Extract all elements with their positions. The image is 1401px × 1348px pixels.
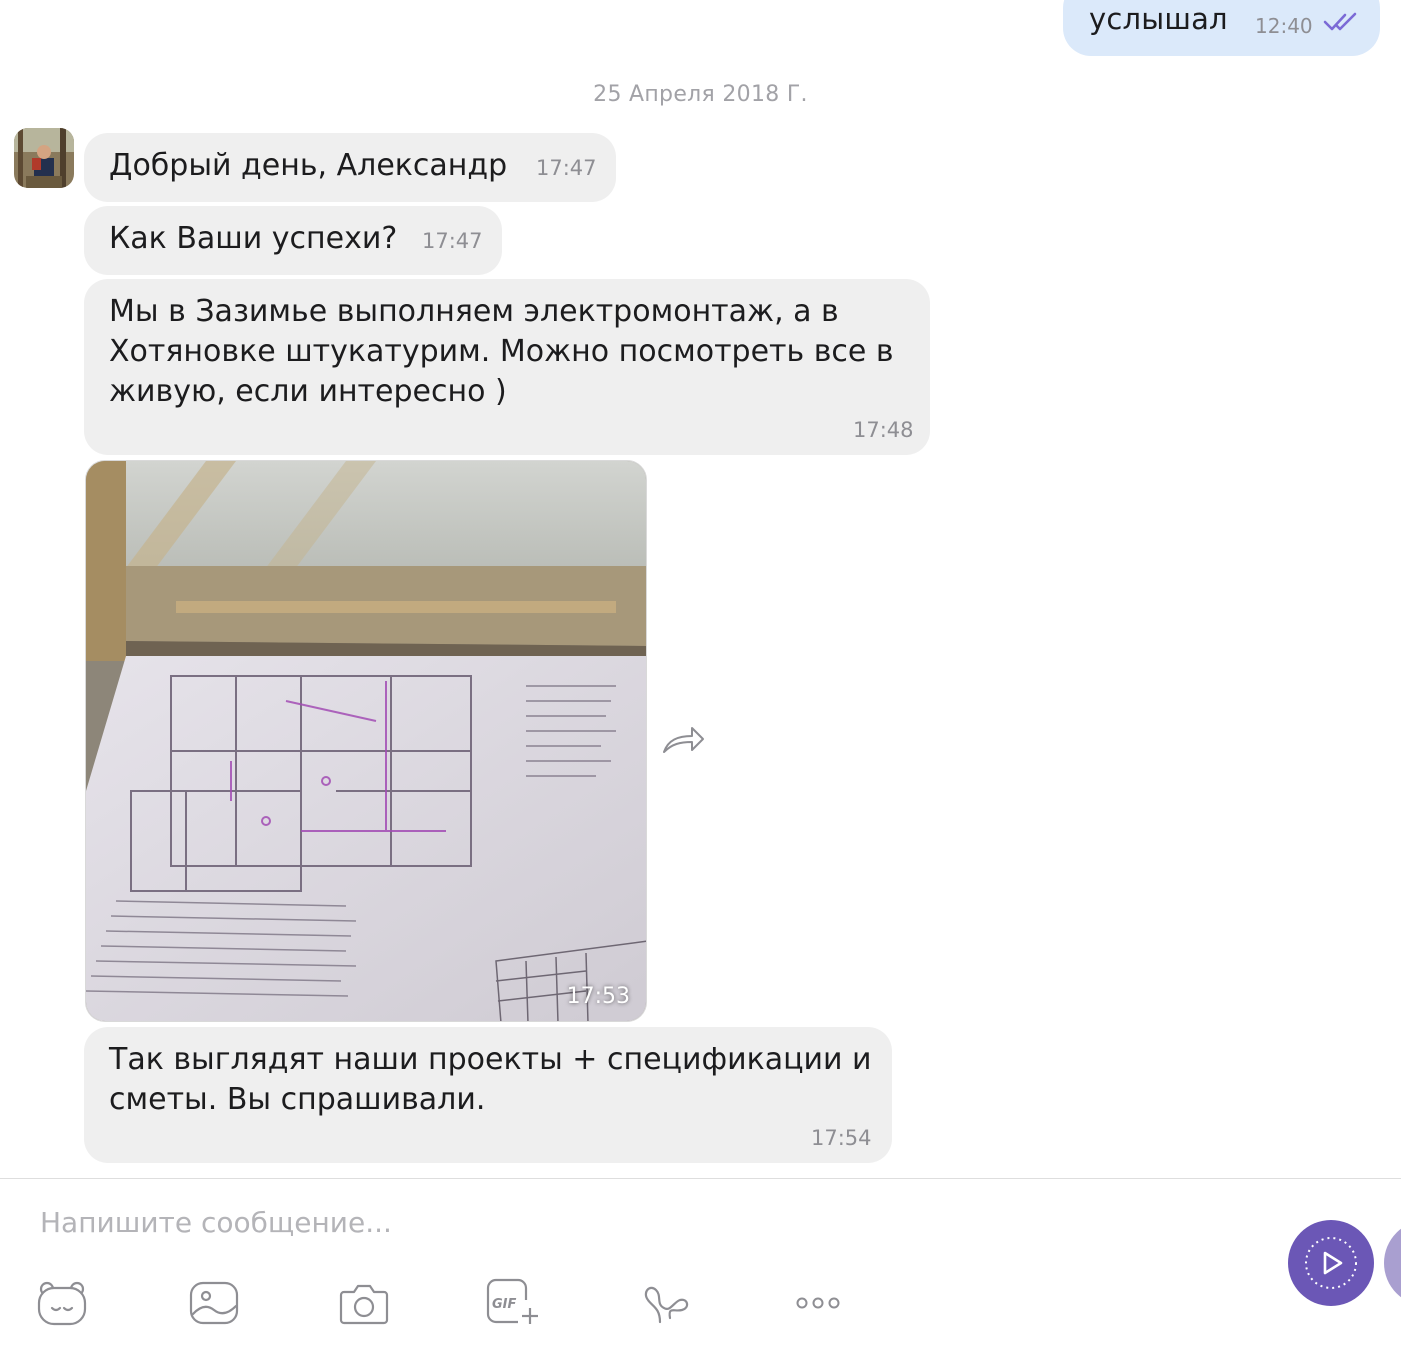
message-text: услышал xyxy=(1089,2,1228,36)
message-time: 17:54 xyxy=(811,1126,872,1150)
more-icon[interactable] xyxy=(792,1278,844,1328)
message-time: 17:53 xyxy=(566,984,630,1009)
message-input[interactable] xyxy=(40,1200,1240,1244)
svg-text:GIF: GIF xyxy=(492,1297,517,1312)
message-text: Добрый день, Александр xyxy=(109,148,508,183)
message-text: Так выглядят наши проекты + спецификации… xyxy=(109,1042,872,1117)
send-play-icon xyxy=(1305,1237,1357,1289)
gallery-icon[interactable] xyxy=(188,1278,240,1328)
message-time: 17:47 xyxy=(536,156,597,180)
send-button[interactable] xyxy=(1288,1220,1374,1306)
incoming-message[interactable]: Мы в Зазимье выполняем электромонтаж, а … xyxy=(84,279,930,455)
sticker-icon[interactable] xyxy=(36,1278,88,1328)
message-time: 12:40 xyxy=(1255,14,1313,38)
incoming-message[interactable]: Добрый день, Александр 17:47 xyxy=(84,133,616,202)
incoming-message[interactable]: Так выглядят наши проекты + спецификации… xyxy=(84,1027,892,1163)
camera-icon[interactable] xyxy=(338,1278,390,1328)
message-text: Мы в Зазимье выполняем электромонтаж, а … xyxy=(109,294,894,409)
gif-icon[interactable]: GIF xyxy=(486,1278,538,1328)
contact-avatar[interactable] xyxy=(14,128,74,188)
secondary-action-button[interactable] xyxy=(1384,1220,1401,1306)
photo-image xyxy=(86,461,646,1021)
message-time: 17:48 xyxy=(853,418,914,442)
outgoing-message[interactable]: услышал 12:40 xyxy=(1063,0,1380,56)
message-text: Как Ваши успехи? xyxy=(109,221,398,256)
photo-message[interactable]: 17:53 xyxy=(85,460,647,1022)
date-separator: 25 Апреля 2018 Г. xyxy=(593,82,808,107)
double-check-icon xyxy=(1323,12,1357,31)
incoming-message[interactable]: Как Ваши успехи? 17:47 xyxy=(84,206,502,275)
message-time: 17:47 xyxy=(422,229,483,253)
doodle-icon[interactable] xyxy=(640,1278,692,1328)
chat-screen: услышал 12:40 25 Апреля 2018 Г. Добрый д… xyxy=(0,0,1401,1348)
composer-divider xyxy=(0,1178,1401,1179)
forward-arrow-icon[interactable] xyxy=(660,724,706,758)
